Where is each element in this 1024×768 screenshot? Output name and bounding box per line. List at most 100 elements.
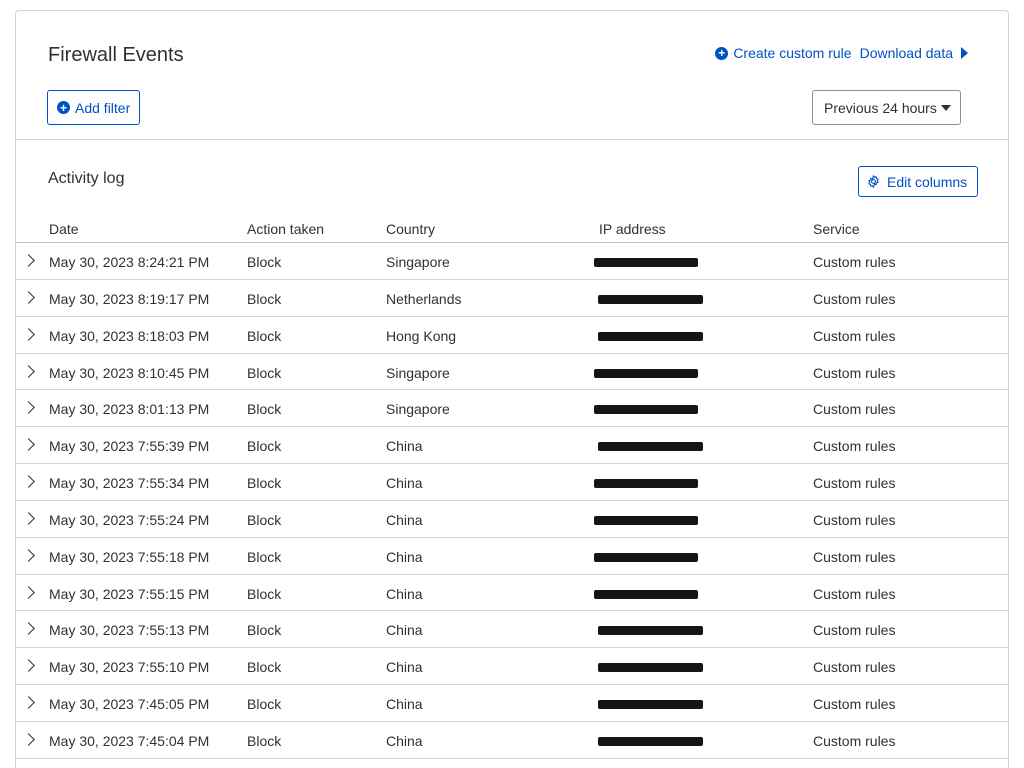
cell-action: Block	[247, 327, 282, 344]
add-filter-button[interactable]: + Add filter	[47, 90, 140, 125]
cell-action: Block	[247, 622, 282, 639]
table-row[interactable]: May 30, 2023 8:19:17 PM Block Netherlands C…	[16, 280, 1008, 317]
cell-country: China	[386, 622, 423, 639]
download-data-link[interactable]: Download data	[860, 45, 968, 61]
chevron-right-icon[interactable]	[22, 696, 35, 709]
cell-service: Custom rules	[813, 659, 896, 676]
table-row[interactable]: May 30, 2023 7:55:39 PM Block China Custom …	[16, 427, 1008, 465]
table-row[interactable]: May 30, 2023 8:01:13 PM Block Singapore Cus…	[16, 390, 1008, 428]
cell-date: May 30, 2023 8:18:03 PM	[49, 327, 210, 344]
chevron-right-icon[interactable]	[22, 475, 35, 488]
cell-country: China	[386, 475, 423, 492]
cell-service: Custom rules	[813, 401, 896, 418]
cell-action: Block	[247, 475, 282, 492]
cell-date: May 30, 2023 8:10:45 PM	[49, 364, 210, 381]
cell-service: Custom rules	[813, 438, 896, 455]
cell-country: Singapore	[386, 401, 450, 418]
activity-log-title: Activity log	[48, 170, 125, 187]
cell-date: May 30, 2023 8:24:21 PM	[49, 254, 210, 270]
page-title: Firewall Events	[48, 44, 184, 66]
chevron-right-icon[interactable]	[22, 401, 35, 415]
cell-country: Netherlands	[386, 290, 462, 307]
chevron-right-icon[interactable]	[22, 290, 35, 304]
download-data-label: Download data	[859, 45, 953, 61]
redacted-ip-address	[594, 258, 698, 267]
chevron-right-icon[interactable]	[22, 438, 35, 452]
column-header-ip-address[interactable]: IP address	[599, 221, 666, 237]
chevron-right-icon[interactable]	[22, 512, 35, 525]
create-custom-rule-label: Create custom rule	[733, 45, 852, 61]
create-custom-rule-link[interactable]: + Create custom rule	[715, 45, 852, 61]
table-row[interactable]: May 30, 2023 8:18:03 PM Block Hong Kong Cus…	[16, 317, 1008, 354]
cell-service: Custom rules	[813, 585, 896, 602]
table-row[interactable]: May 30, 2023 7:55:13 PM Block China Custom …	[16, 611, 1008, 649]
cell-country: China	[386, 696, 423, 713]
table-row[interactable]: May 30, 2023 7:55:15 PM Block China Custom …	[16, 575, 1008, 612]
chevron-right-icon[interactable]	[22, 733, 35, 746]
cell-date: May 30, 2023 7:55:10 PM	[49, 659, 210, 676]
table-row[interactable]: May 30, 2023 7:55:24 PM Block China Custom …	[16, 501, 1008, 538]
table-row[interactable]: May 30, 2023 7:55:18 PM Block China Custom …	[16, 538, 1008, 575]
redacted-ip-address	[598, 626, 703, 636]
gear-icon	[867, 175, 880, 188]
chevron-right-icon[interactable]	[22, 548, 35, 562]
chevron-right-icon[interactable]	[22, 585, 35, 599]
cell-date: May 30, 2023 7:55:39 PM	[49, 438, 210, 455]
chevron-right-icon[interactable]	[22, 364, 35, 378]
header-actions: + Create custom rule Download data	[715, 45, 968, 61]
cell-service: Custom rules	[813, 732, 896, 749]
redacted-ip-address	[598, 294, 703, 304]
firewall-events-card: Firewall Events + Create custom rule Dow…	[15, 10, 1009, 768]
redacted-ip-address	[594, 405, 698, 415]
cell-service: Custom rules	[813, 327, 896, 344]
cell-service: Custom rules	[813, 290, 896, 307]
chevron-right-icon[interactable]	[22, 254, 35, 267]
time-range-select[interactable]: Previous 24 hours	[812, 90, 961, 125]
cell-country: China	[386, 548, 423, 565]
table-row[interactable]: May 30, 2023 8:10:45 PM Block Singapore Cus…	[16, 354, 1008, 391]
cell-country: Singapore	[386, 254, 450, 270]
chevron-right-icon[interactable]	[22, 622, 35, 636]
cell-country: China	[386, 585, 423, 602]
column-header-country[interactable]: Country	[386, 221, 435, 237]
redacted-ip-address	[598, 442, 703, 452]
chevron-right-icon[interactable]	[22, 659, 35, 673]
cell-action: Block	[247, 659, 282, 676]
table-row[interactable]: May 30, 2023 7:45:05 PM Block China Custom …	[16, 685, 1008, 722]
column-header-service[interactable]: Service	[813, 221, 860, 237]
cell-date: May 30, 2023 7:45:04 PM	[49, 732, 210, 749]
cell-action: Block	[247, 401, 282, 418]
column-header-date[interactable]: Date	[49, 221, 79, 237]
cell-service: Custom rules	[813, 364, 896, 381]
cell-country: China	[386, 511, 423, 528]
plus-circle-icon: +	[715, 46, 729, 60]
redacted-ip-address	[594, 368, 698, 378]
chevron-right-icon[interactable]	[22, 327, 35, 341]
table-row[interactable]: May 30, 2023 7:55:34 PM Block China Custom …	[16, 464, 1008, 501]
cell-service: Custom rules	[813, 696, 896, 713]
column-header-action[interactable]: Action taken	[247, 221, 324, 237]
plus-circle-icon: +	[57, 101, 70, 114]
cell-date: May 30, 2023 7:55:34 PM	[49, 475, 210, 492]
cell-action: Block	[247, 254, 282, 270]
cell-country: Singapore	[386, 364, 450, 381]
cell-action: Block	[247, 732, 282, 749]
cell-date: May 30, 2023 7:55:15 PM	[49, 585, 210, 602]
cell-service: Custom rules	[813, 475, 896, 492]
redacted-ip-address	[598, 331, 703, 341]
caret-down-icon	[940, 104, 951, 111]
edit-columns-label: Edit columns	[887, 173, 968, 190]
edit-columns-button[interactable]: Edit columns	[858, 166, 978, 197]
table-row[interactable]: May 30, 2023 8:24:21 PM Block Singapore Cus…	[16, 243, 1008, 280]
table-header: Date Action taken Country IP address Ser…	[16, 221, 1008, 243]
cell-date: May 30, 2023 7:55:24 PM	[49, 511, 210, 528]
cell-service: Custom rules	[813, 511, 896, 528]
cell-date: May 30, 2023 7:45:05 PM	[49, 696, 210, 713]
cell-action: Block	[247, 290, 282, 307]
activity-log-table: May 30, 2023 8:24:21 PM Block Singapore Cus…	[16, 243, 1008, 759]
table-row[interactable]: May 30, 2023 7:45:04 PM Block China Custom …	[16, 722, 1008, 759]
table-row[interactable]: May 30, 2023 7:55:10 PM Block China Custom …	[16, 648, 1008, 686]
cell-action: Block	[247, 585, 282, 602]
cell-service: Custom rules	[813, 254, 896, 270]
cell-action: Block	[247, 364, 282, 381]
